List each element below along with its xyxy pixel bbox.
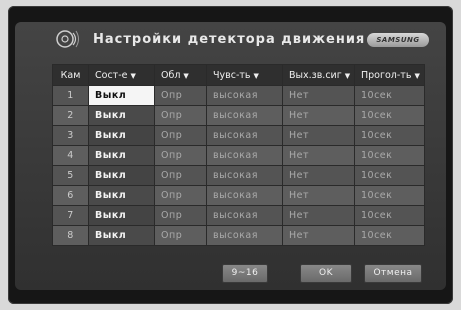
table-row: 4 Выкл Опр высокая Нет 10сек: [52, 145, 425, 166]
table-row: 7 Выкл Опр высокая Нет 10сек: [52, 205, 425, 226]
sound-output-cell[interactable]: Нет: [282, 125, 355, 146]
area-cell[interactable]: Опр: [154, 205, 207, 226]
area-cell[interactable]: Опр: [154, 85, 207, 106]
sound-output-cell[interactable]: Нет: [282, 145, 355, 166]
table-row: 1 Выкл Опр высокая Нет 10сек: [52, 85, 425, 106]
camera-number: 1: [52, 85, 89, 106]
column-header-sound-output[interactable]: Вых.зв.сиг ▼: [282, 64, 355, 86]
sensitivity-cell[interactable]: высокая: [206, 85, 283, 106]
camera-number: 2: [52, 105, 89, 126]
table-row: 5 Выкл Опр высокая Нет 10сек: [52, 165, 425, 186]
state-cell[interactable]: Выкл: [88, 105, 155, 126]
sound-output-cell[interactable]: Нет: [282, 185, 355, 206]
chevron-down-icon: ▼: [130, 71, 136, 80]
column-header-state[interactable]: Сост-е ▼: [88, 64, 155, 86]
sound-output-cell[interactable]: Нет: [282, 205, 355, 226]
chevron-down-icon: ▼: [414, 71, 420, 80]
area-cell[interactable]: Опр: [154, 185, 207, 206]
column-header-area[interactable]: Обл ▼: [154, 64, 207, 86]
area-cell[interactable]: Опр: [154, 165, 207, 186]
motion-detector-icon: [56, 30, 79, 48]
camera-number: 8: [52, 225, 89, 246]
sensitivity-cell[interactable]: высокая: [206, 225, 283, 246]
interval-cell[interactable]: 10сек: [354, 105, 425, 126]
table-header-row: Кам Сост-е ▼ Обл ▼ Чувс-ть ▼ Вых.зв.сиг ▼ Пр…: [52, 64, 425, 86]
interval-cell[interactable]: 10сек: [354, 205, 425, 226]
interval-cell[interactable]: 10сек: [354, 85, 425, 106]
state-cell[interactable]: Выкл: [88, 225, 155, 246]
state-cell[interactable]: Выкл: [88, 205, 155, 226]
motion-detection-dialog: Настройки детектора движения SAMSUNG Кам…: [15, 22, 446, 290]
ok-button[interactable]: OK: [300, 264, 352, 283]
chevron-down-icon: ▼: [253, 71, 259, 80]
state-cell[interactable]: Выкл: [88, 165, 155, 186]
camera-number: 6: [52, 185, 89, 206]
next-page-button[interactable]: 9~16: [222, 264, 268, 283]
column-header-sensitivity[interactable]: Чувс-ть ▼: [206, 64, 283, 86]
chevron-down-icon: ▼: [344, 71, 351, 80]
table-row: 6 Выкл Опр высокая Нет 10сек: [52, 185, 425, 206]
state-cell[interactable]: Выкл: [88, 185, 155, 206]
sound-output-cell[interactable]: Нет: [282, 105, 355, 126]
area-cell[interactable]: Опр: [154, 105, 207, 126]
area-cell[interactable]: Опр: [154, 225, 207, 246]
table-row: 3 Выкл Опр высокая Нет 10сек: [52, 125, 425, 146]
sound-output-cell[interactable]: Нет: [282, 225, 355, 246]
state-cell[interactable]: Выкл: [88, 125, 155, 146]
column-header-interval[interactable]: Прогол-ть ▼: [354, 64, 425, 86]
sensitivity-cell[interactable]: высокая: [206, 185, 283, 206]
dialog-title: Настройки детектора движения: [93, 32, 366, 47]
sound-output-cell[interactable]: Нет: [282, 85, 355, 106]
interval-cell[interactable]: 10сек: [354, 185, 425, 206]
chevron-down-icon: ▼: [183, 71, 189, 80]
sensitivity-cell[interactable]: высокая: [206, 125, 283, 146]
interval-cell[interactable]: 10сек: [354, 225, 425, 246]
state-cell[interactable]: Выкл: [88, 145, 155, 166]
sensitivity-cell[interactable]: высокая: [206, 145, 283, 166]
cancel-button[interactable]: Отмена: [364, 264, 422, 283]
title-bar: Настройки детектора движения SAMSUNG: [15, 22, 446, 56]
camera-number: 7: [52, 205, 89, 226]
column-header-camera: Кам: [52, 64, 89, 86]
interval-cell[interactable]: 10сек: [354, 165, 425, 186]
camera-number: 5: [52, 165, 89, 186]
sensitivity-cell[interactable]: высокая: [206, 205, 283, 226]
motion-settings-table: Кам Сост-е ▼ Обл ▼ Чувс-ть ▼ Вых.зв.сиг ▼ Пр…: [52, 64, 425, 246]
area-cell[interactable]: Опр: [154, 125, 207, 146]
table-row: 2 Выкл Опр высокая Нет 10сек: [52, 105, 425, 126]
camera-number: 4: [52, 145, 89, 166]
sensitivity-cell[interactable]: высокая: [206, 105, 283, 126]
sensitivity-cell[interactable]: высокая: [206, 165, 283, 186]
state-cell[interactable]: Выкл: [88, 85, 155, 106]
sound-output-cell[interactable]: Нет: [282, 165, 355, 186]
interval-cell[interactable]: 10сек: [354, 125, 425, 146]
interval-cell[interactable]: 10сек: [354, 145, 425, 166]
table-row: 8 Выкл Опр высокая Нет 10сек: [52, 225, 425, 246]
camera-number: 3: [52, 125, 89, 146]
area-cell[interactable]: Опр: [154, 145, 207, 166]
brand-logo: SAMSUNG: [367, 33, 429, 47]
